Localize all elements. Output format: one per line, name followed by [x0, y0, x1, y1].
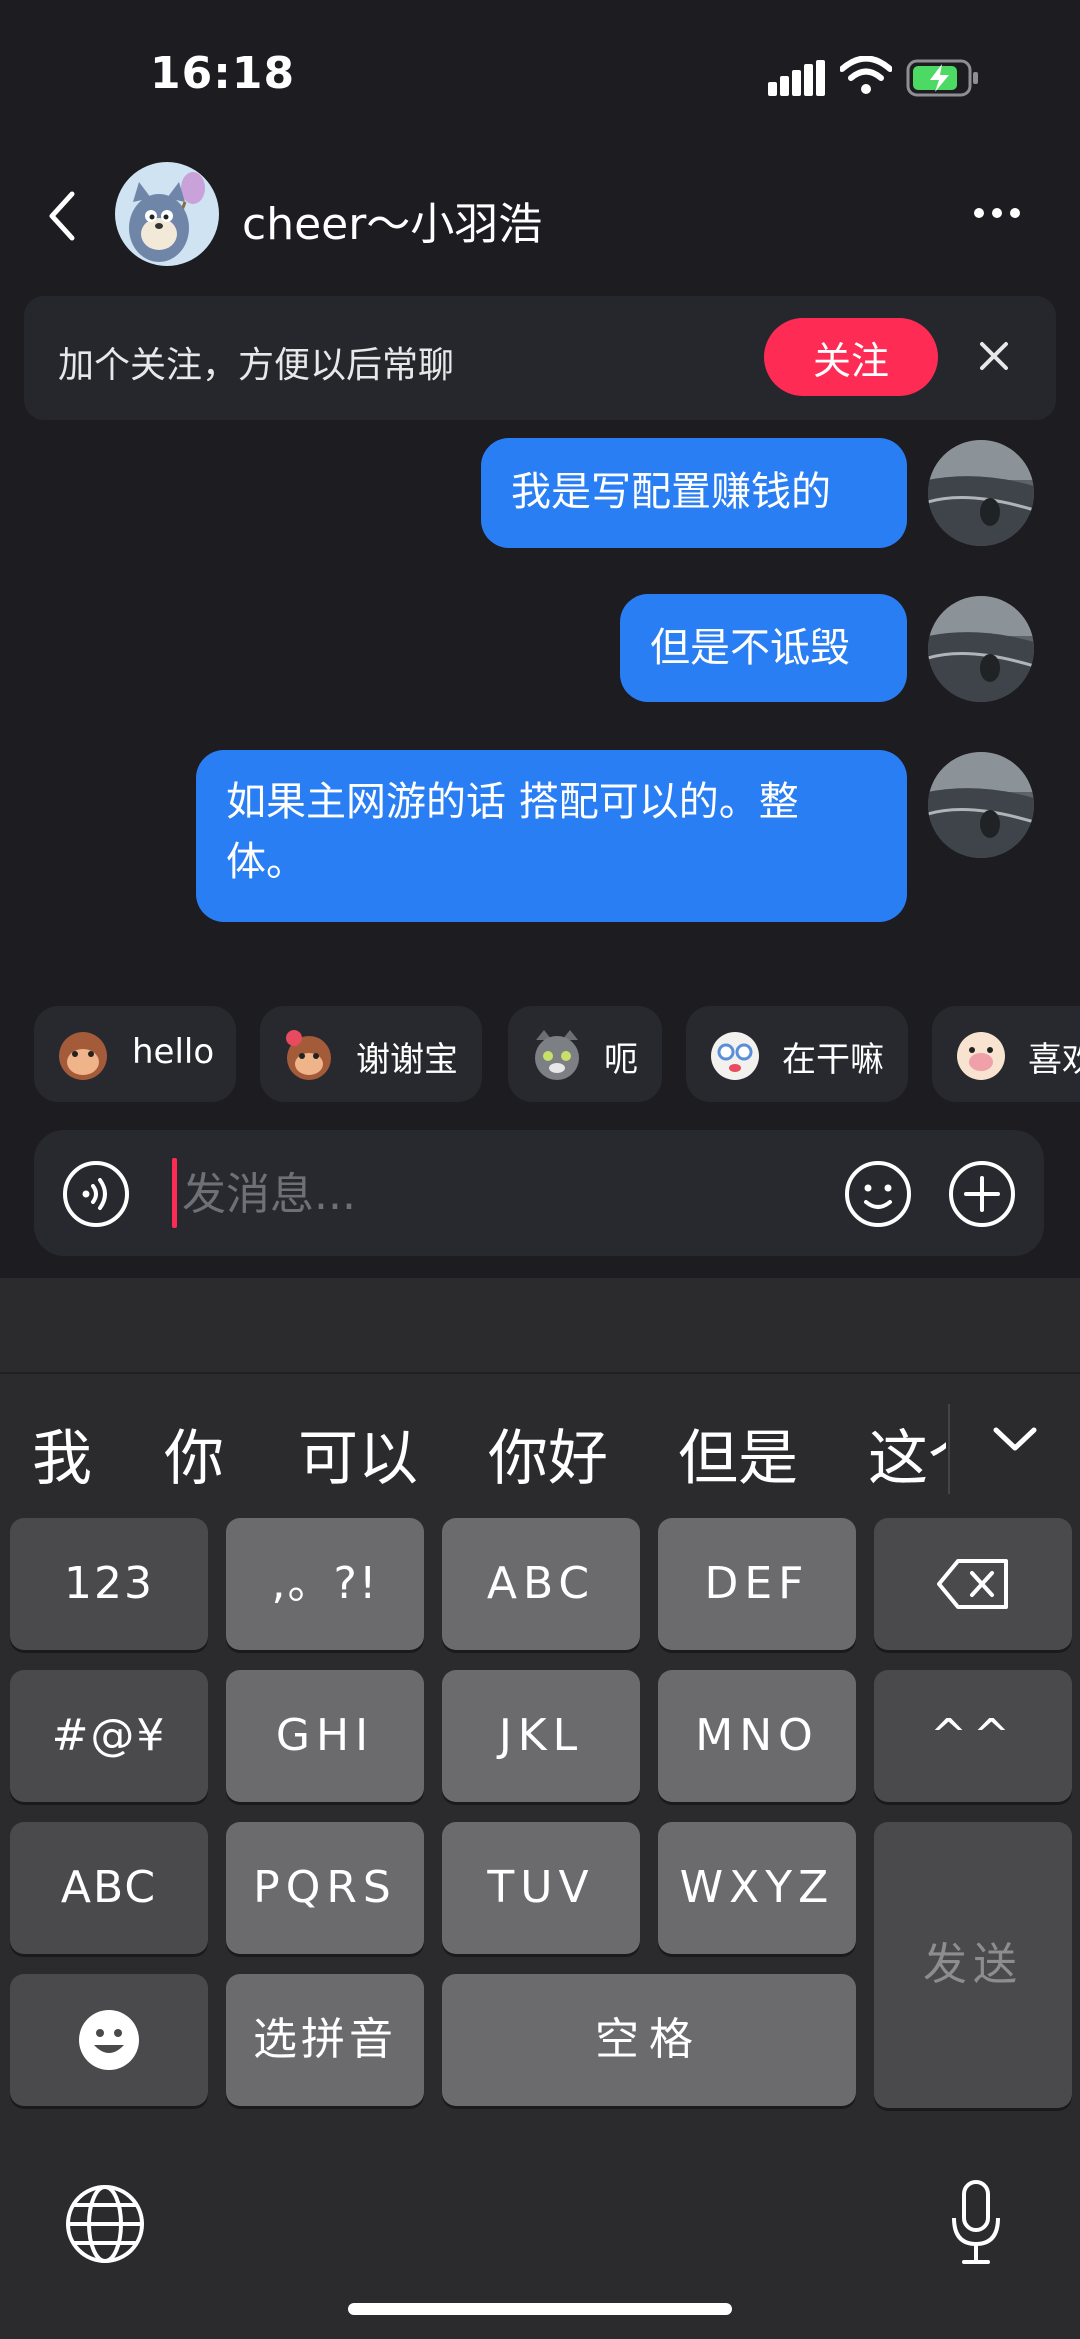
status-time: 16:18	[150, 48, 296, 99]
follow-button[interactable]: 关注	[764, 318, 938, 396]
key-emoji[interactable]	[10, 1974, 208, 2106]
candidate-word[interactable]: 但是	[678, 1410, 798, 1497]
candidate-word[interactable]: 我	[32, 1410, 92, 1497]
text-caret	[172, 1158, 177, 1228]
quick-reply-row: hello 谢谢宝 呃 在干嘛 喜欢	[0, 1006, 1080, 1104]
my-avatar[interactable]	[928, 596, 1034, 702]
key-ghi[interactable]: GHI	[226, 1670, 424, 1802]
seaside-photo-avatar-icon	[928, 596, 1034, 702]
quick-reply-label: 喜欢	[1028, 1040, 1080, 1080]
contact-name[interactable]: cheer～小羽浩	[242, 188, 542, 252]
plus-icon[interactable]	[948, 1160, 1016, 1228]
close-icon[interactable]	[974, 336, 1014, 376]
backspace-icon	[937, 1559, 1008, 1609]
bear-emoji-icon	[711, 1032, 759, 1080]
globe-icon[interactable]	[64, 2183, 146, 2265]
my-avatar[interactable]	[928, 440, 1034, 546]
candidate-word[interactable]: 这个	[868, 1410, 946, 1497]
candidate-word[interactable]: 你好	[488, 1410, 608, 1497]
seaside-photo-avatar-icon	[928, 440, 1034, 546]
key-wxyz[interactable]: WXYZ	[658, 1822, 856, 1954]
microphone-icon[interactable]	[948, 2178, 1004, 2268]
message-input[interactable]	[180, 1158, 824, 1230]
key-jkl[interactable]: JKL	[442, 1670, 640, 1802]
battery-charging-icon	[906, 59, 978, 97]
message-bubble-sent[interactable]: 如果主网游的话 搭配可以的。整体。	[196, 750, 907, 922]
more-options-icon[interactable]	[972, 206, 1022, 220]
home-indicator	[348, 2303, 732, 2315]
candidate-bar: 我 你 可以 你好 但是 这个	[0, 1372, 1080, 1514]
cartoon-cat-avatar-icon	[115, 162, 219, 266]
wifi-icon	[840, 56, 892, 94]
key-select-pinyin[interactable]: 选拼音	[226, 1974, 424, 2106]
keyboard-toolbar	[0, 1278, 1080, 1370]
key-mno[interactable]: MNO	[658, 1670, 856, 1802]
seaside-photo-avatar-icon	[928, 752, 1034, 858]
cellular-signal-icon	[768, 60, 825, 96]
key-punctuation[interactable]: ,。?!	[226, 1518, 424, 1650]
quick-reply-chip[interactable]: hello	[34, 1006, 236, 1102]
quick-reply-chip[interactable]: 呃	[508, 1006, 662, 1102]
candidate-overflow-clip: 这个	[868, 1374, 946, 1514]
chevron-down-icon[interactable]	[990, 1422, 1040, 1456]
back-arrow-icon[interactable]	[42, 186, 82, 246]
quick-reply-label: 谢谢宝	[356, 1040, 458, 1080]
candidate-word[interactable]: 可以	[298, 1410, 418, 1497]
candidate-divider	[948, 1404, 950, 1494]
message-bubble-sent[interactable]: 我是写配置赚钱的	[481, 438, 907, 548]
quick-reply-label: hello	[132, 1032, 215, 1072]
follow-prompt-text: 加个关注，方便以后常聊	[58, 345, 455, 386]
quick-reply-chip[interactable]: 喜欢	[932, 1006, 1080, 1102]
send-key[interactable]: 发送	[874, 1822, 1072, 2108]
piggy-emoji-icon	[957, 1032, 1005, 1080]
key-emoticon[interactable]: ^^	[874, 1670, 1072, 1802]
key-pqrs[interactable]: PQRS	[226, 1822, 424, 1954]
key-delete[interactable]	[874, 1518, 1072, 1650]
key-tuv[interactable]: TUV	[442, 1822, 640, 1954]
keyboard: 我 你 可以 你好 但是 这个 123 ,。?! ABC DEF #@¥ GHI…	[0, 1278, 1080, 2339]
key-abc-mode[interactable]: ABC	[10, 1822, 208, 1954]
key-def[interactable]: DEF	[658, 1518, 856, 1650]
follow-suggestion-banner: 加个关注，方便以后常聊 关注	[24, 296, 1056, 420]
key-space[interactable]: 空格	[442, 1974, 856, 2106]
my-avatar[interactable]	[928, 752, 1034, 858]
quick-reply-chip[interactable]: 谢谢宝	[260, 1006, 482, 1102]
key-symbols[interactable]: #@¥	[10, 1670, 208, 1802]
cat-emoji-icon	[535, 1030, 579, 1080]
smiley-icon[interactable]	[844, 1160, 912, 1228]
contact-avatar[interactable]	[115, 162, 219, 266]
quick-reply-chip[interactable]: 在干嘛	[686, 1006, 908, 1102]
message-input-bar	[34, 1130, 1044, 1256]
message-bubble-sent[interactable]: 但是不诋毁	[620, 594, 907, 702]
status-bar: 16:18	[0, 0, 1080, 140]
candidate-word[interactable]: 你	[164, 1410, 224, 1497]
quick-reply-label: 在干嘛	[782, 1040, 884, 1080]
emoji-face-icon	[79, 2010, 139, 2070]
flower-monkey-emoji-icon	[286, 1030, 331, 1080]
monkey-emoji-icon	[59, 1032, 107, 1080]
key-123[interactable]: 123	[10, 1518, 208, 1650]
quick-reply-label: 呃	[604, 1040, 638, 1080]
voice-input-icon[interactable]	[62, 1160, 130, 1228]
chat-header: cheer～小羽浩	[0, 150, 1080, 280]
key-abc[interactable]: ABC	[442, 1518, 640, 1650]
